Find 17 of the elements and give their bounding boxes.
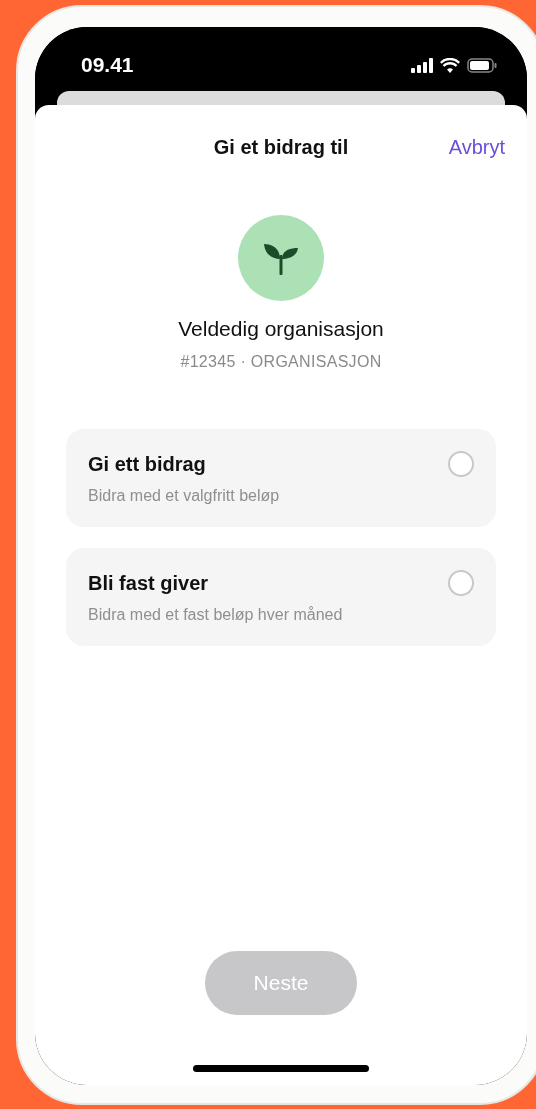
organization-name: Veldedig organisasjon [178, 317, 384, 341]
wifi-icon [440, 57, 460, 73]
option-description: Bidra med et valgfritt beløp [88, 487, 280, 505]
radio-button[interactable] [448, 570, 474, 596]
option-title: Gi ett bidrag [88, 453, 207, 476]
donation-option[interactable]: Gi ett bidrag Bidra med et valgfritt beløp [66, 429, 496, 527]
option-description: Bidra med et fast beløp hver måned [88, 606, 343, 624]
donation-option[interactable]: Bli fast giver Bidra med et fast beløp hver måned [66, 548, 496, 646]
status-time: 09.41 [81, 53, 134, 77]
cancel-link[interactable]: Avbryt [448, 135, 505, 159]
option-title: Bli fast giver [88, 572, 210, 595]
radio-button[interactable] [448, 451, 474, 477]
sheet-title: Gi et bidrag til [213, 135, 349, 159]
organization-meta: #12345 · ORGANISASJON [180, 353, 382, 371]
battery-icon [467, 57, 497, 73]
sprout-icon [263, 241, 299, 275]
signal-icon [411, 57, 433, 73]
